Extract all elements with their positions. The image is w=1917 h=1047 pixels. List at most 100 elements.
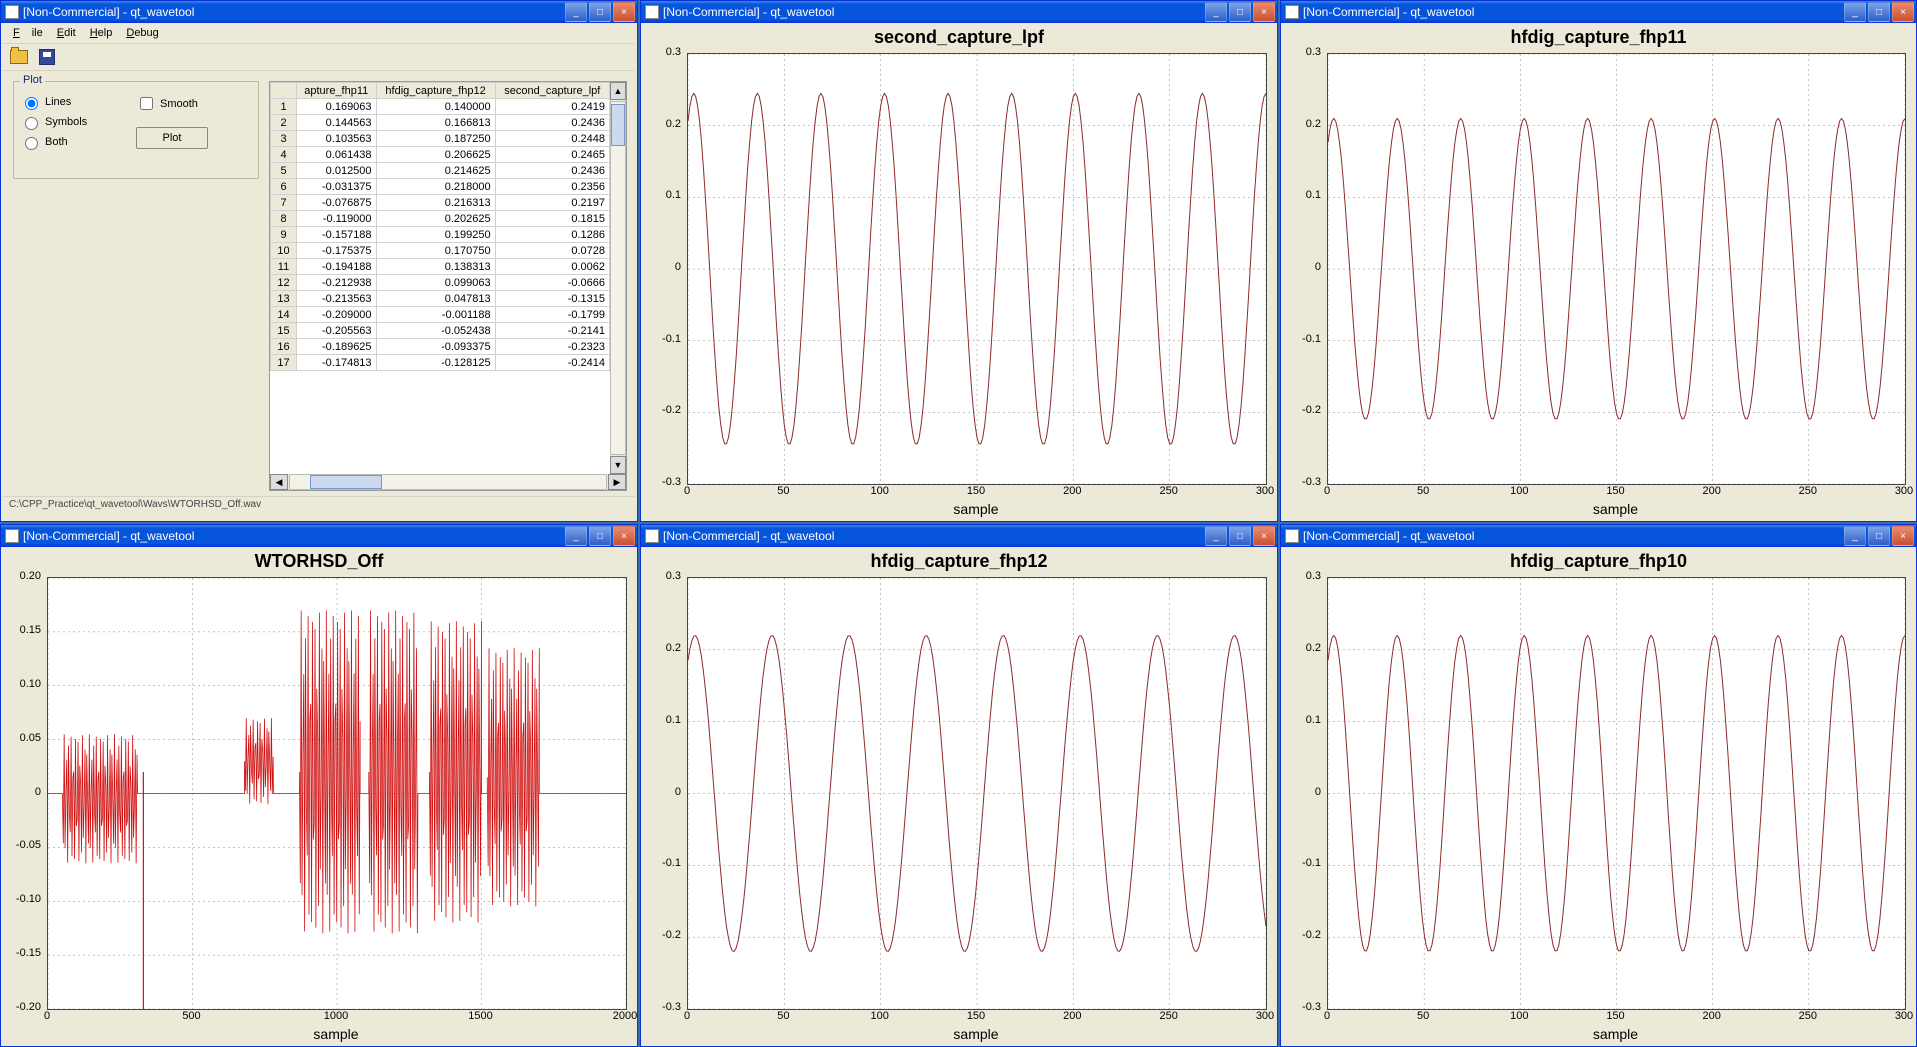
plot-area[interactable]: [687, 577, 1267, 1010]
table-row[interactable]: 50.0125000.2146250.2436: [271, 163, 610, 179]
plot-button[interactable]: Plot: [136, 127, 208, 149]
table-row[interactable]: 30.1035630.1872500.2448: [271, 131, 610, 147]
y-tick-label: -0.1: [1285, 857, 1321, 869]
table-row[interactable]: 20.1445630.1668130.2436: [271, 115, 610, 131]
table-row[interactable]: 11-0.1941880.1383130.0062: [271, 259, 610, 275]
y-tick-label: -0.1: [645, 333, 681, 345]
table-cell: 0.2419: [495, 99, 609, 115]
titlebar[interactable]: [Non-Commercial] - qt_wavetool _ □ ×: [641, 1, 1277, 23]
radio-lines[interactable]: Lines: [20, 94, 136, 110]
x-axis-label: sample: [1327, 501, 1904, 517]
table-row[interactable]: 12-0.2129380.099063-0.0666: [271, 275, 610, 291]
maximize-button[interactable]: □: [1868, 526, 1890, 546]
x-tick-label: 100: [860, 485, 900, 497]
table-row[interactable]: 7-0.0768750.2163130.2197: [271, 195, 610, 211]
checkbox-smooth-input[interactable]: [140, 97, 153, 110]
vscroll-thumb[interactable]: [611, 104, 625, 146]
save-button[interactable]: [35, 45, 59, 69]
maximize-button[interactable]: □: [589, 2, 611, 22]
maximize-button[interactable]: □: [1229, 526, 1251, 546]
radio-both[interactable]: Both: [20, 134, 136, 150]
table-cell: 0.202625: [376, 211, 495, 227]
radio-symbols[interactable]: Symbols: [20, 114, 136, 130]
vscroll-track[interactable]: [610, 101, 626, 455]
table-header[interactable]: apture_fhp11: [297, 83, 377, 99]
radio-symbols-input[interactable]: [25, 117, 38, 130]
maximize-button[interactable]: □: [1868, 2, 1890, 22]
table-vscrollbar[interactable]: ▲ ▼: [610, 82, 626, 474]
close-button[interactable]: ×: [1892, 526, 1914, 546]
minimize-button[interactable]: _: [1844, 2, 1866, 22]
table-cell: 0.061438: [297, 147, 377, 163]
scroll-up-button[interactable]: ▲: [610, 82, 626, 100]
table-row[interactable]: 17-0.174813-0.128125-0.2414: [271, 355, 610, 371]
table-cell: -0.2414: [495, 355, 609, 371]
checkbox-smooth[interactable]: Smooth: [136, 94, 252, 113]
chart-title: second_capture_lpf: [643, 23, 1275, 48]
plot-area[interactable]: [687, 53, 1267, 485]
scroll-down-button[interactable]: ▼: [610, 456, 626, 474]
maximize-button[interactable]: □: [589, 526, 611, 546]
table-header[interactable]: hfdig_capture_fhp12: [376, 83, 495, 99]
table-header[interactable]: second_capture_lpf: [495, 83, 609, 99]
minimize-button[interactable]: _: [565, 2, 587, 22]
table-hscrollbar[interactable]: ◀ ▶: [270, 474, 626, 490]
table-cell: -0.2141: [495, 323, 609, 339]
table-row[interactable]: 10-0.1753750.1707500.0728: [271, 243, 610, 259]
plot-area[interactable]: [1327, 53, 1906, 485]
table-row[interactable]: 14-0.209000-0.001188-0.1799: [271, 307, 610, 323]
scroll-left-button[interactable]: ◀: [270, 474, 288, 490]
hscroll-thumb[interactable]: [310, 475, 382, 489]
table-cell: 0.138313: [376, 259, 495, 275]
maximize-button[interactable]: □: [1229, 2, 1251, 22]
data-table[interactable]: apture_fhp11hfdig_capture_fhp12second_ca…: [270, 82, 610, 371]
open-button[interactable]: [7, 45, 31, 69]
window-chart-second_capture_lpf: [Non-Commercial] - qt_wavetool _ □ × sec…: [640, 0, 1278, 522]
x-tick-label: 100: [860, 1010, 900, 1022]
menu-edit[interactable]: Edit: [51, 25, 82, 41]
table-row[interactable]: 40.0614380.2066250.2465: [271, 147, 610, 163]
titlebar-main[interactable]: [Non-Commercial] - qt_wavetool _ □ ×: [1, 1, 637, 23]
menu-help[interactable]: Help: [84, 25, 119, 41]
close-button[interactable]: ×: [1892, 2, 1914, 22]
scroll-right-button[interactable]: ▶: [608, 474, 626, 490]
table-row[interactable]: 8-0.1190000.2026250.1815: [271, 211, 610, 227]
titlebar[interactable]: [Non-Commercial] - qt_wavetool _ □ ×: [1281, 1, 1916, 23]
table-cell: -0.031375: [297, 179, 377, 195]
plot-area[interactable]: [1327, 577, 1906, 1010]
y-tick-label: 0: [645, 786, 681, 798]
table-cell: 0.187250: [376, 131, 495, 147]
close-button[interactable]: ×: [1253, 526, 1275, 546]
table-row[interactable]: 9-0.1571880.1992500.1286: [271, 227, 610, 243]
radio-lines-input[interactable]: [25, 97, 38, 110]
table-cell: 0.099063: [376, 275, 495, 291]
plot-area[interactable]: [47, 577, 627, 1010]
minimize-button[interactable]: _: [1205, 2, 1227, 22]
table-row[interactable]: 16-0.189625-0.093375-0.2323: [271, 339, 610, 355]
x-tick-label: 300: [1884, 485, 1917, 497]
close-button[interactable]: ×: [1253, 2, 1275, 22]
titlebar[interactable]: [Non-Commercial] - qt_wavetool _ □ ×: [641, 525, 1277, 547]
minimize-button[interactable]: _: [565, 526, 587, 546]
table-cell: 0.2465: [495, 147, 609, 163]
window-chart-hfdig_capture_fhp12: [Non-Commercial] - qt_wavetool _ □ × hfd…: [640, 524, 1278, 1047]
table-row[interactable]: 6-0.0313750.2180000.2356: [271, 179, 610, 195]
radio-both-input[interactable]: [25, 137, 38, 150]
hscroll-track[interactable]: [289, 474, 607, 490]
menu-file[interactable]: File: [7, 25, 49, 41]
titlebar[interactable]: [Non-Commercial] - qt_wavetool _ □ ×: [1281, 525, 1916, 547]
close-button[interactable]: ×: [613, 526, 635, 546]
row-number: 14: [271, 307, 297, 323]
table-row[interactable]: 13-0.2135630.047813-0.1315: [271, 291, 610, 307]
titlebar[interactable]: [Non-Commercial] - qt_wavetool _ □ ×: [1, 525, 637, 547]
minimize-button[interactable]: _: [1205, 526, 1227, 546]
minimize-button[interactable]: _: [1844, 526, 1866, 546]
menu-debug[interactable]: Debug: [120, 25, 164, 41]
table-cell: 0.2356: [495, 179, 609, 195]
table-row[interactable]: 10.1690630.1400000.2419: [271, 99, 610, 115]
table-row[interactable]: 15-0.205563-0.052438-0.2141: [271, 323, 610, 339]
radio-both-label: Both: [45, 136, 68, 148]
close-button[interactable]: ×: [613, 2, 635, 22]
window-controls: _ □ ×: [1844, 526, 1914, 546]
row-number: 16: [271, 339, 297, 355]
